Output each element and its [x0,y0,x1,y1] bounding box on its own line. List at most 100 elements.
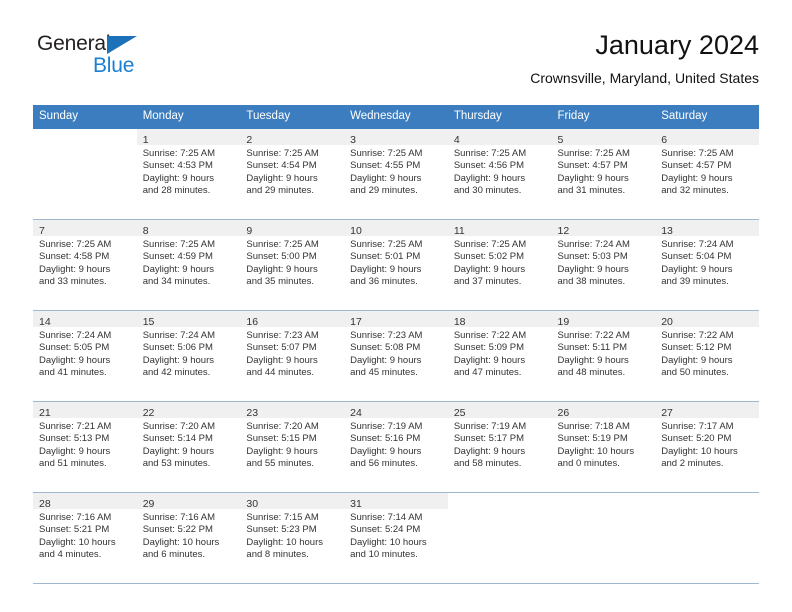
calendar-header-row: Sunday Monday Tuesday Wednesday Thursday… [33,105,759,129]
day-number: 23 [246,407,259,419]
sunset-text: Sunset: 5:23 PM [246,524,317,536]
calendar-day-cell[interactable]: 26 Sunrise: 7:18 AM Sunset: 5:19 PM Dayligh… [551,401,656,493]
day-number-band: 1 [136,129,241,146]
day-details: Sunrise: 7:20 AM Sunset: 5:15 PM Daylight:… [240,418,344,471]
day-number-band: 4 [447,129,552,146]
day-number: 17 [350,316,362,328]
day-details: Sunrise: 7:25 AM Sunset: 4:57 PM Daylight:… [655,145,759,198]
daylight-text-line1: Daylight: 9 hours [661,172,733,184]
calendar-day-cell[interactable]: 25 Sunrise: 7:19 AM Sunset: 5:17 PM Dayligh… [447,401,552,493]
day-details: Sunrise: 7:25 AM Sunset: 4:55 PM Daylight:… [344,145,448,198]
daylight-text-line1: Daylight: 9 hours [350,354,422,366]
day-details: Sunrise: 7:25 AM Sunset: 4:56 PM Daylight:… [448,145,552,198]
calendar-day-cell[interactable]: 4 Sunrise: 7:25 AM Sunset: 4:56 PM Daylight… [447,129,552,220]
day-details: Sunrise: 7:24 AM Sunset: 5:05 PM Daylight:… [33,327,137,380]
calendar-day-cell[interactable]: 11 Sunrise: 7:25 AM Sunset: 5:02 PM Dayligh… [447,219,552,311]
daylight-text-line1: Daylight: 10 hours [142,536,220,548]
sunrise-text: Sunrise: 7:18 AM [557,421,630,432]
daylight-text-line1: Daylight: 9 hours [350,263,422,275]
day-cell-inner: 2 Sunrise: 7:25 AM Sunset: 4:54 PM Daylight… [240,129,345,219]
weekday-header-sunday: Sunday [33,105,137,129]
page-subtitle: Crownsville, Maryland, United States [530,70,759,86]
day-number-band: 6 [655,129,759,146]
sunset-text: Sunset: 5:17 PM [453,433,525,445]
calendar-day-cell[interactable]: 7 Sunrise: 7:25 AM Sunset: 4:58 PM Daylight… [33,219,137,311]
sunset-text: Sunset: 5:05 PM [39,342,110,354]
calendar-day-cell[interactable]: 21 Sunrise: 7:21 AM Sunset: 5:13 PM Dayligh… [33,401,137,493]
day-number: 14 [39,316,51,328]
calendar-day-cell[interactable]: 9 Sunrise: 7:25 AM Sunset: 5:00 PM Daylight… [240,219,345,311]
daylight-text-line1: Daylight: 9 hours [246,263,318,275]
day-cell-inner: 5 Sunrise: 7:25 AM Sunset: 4:57 PM Daylight… [551,129,656,219]
sunrise-text: Sunrise: 7:24 AM [557,239,630,250]
sunset-text: Sunset: 5:01 PM [350,251,421,263]
day-cell-inner: 30 Sunrise: 7:15 AM Sunset: 5:23 PM Dayligh… [240,493,345,583]
day-number-band: 17 [344,311,448,328]
sunrise-text: Sunrise: 7:25 AM [453,239,527,250]
calendar-day-cell[interactable]: 6 Sunrise: 7:25 AM Sunset: 4:57 PM Daylight… [655,129,759,220]
day-number: 27 [661,407,673,419]
sunset-text: Sunset: 4:57 PM [661,160,732,172]
calendar-day-cell[interactable]: 17 Sunrise: 7:23 AM Sunset: 5:08 PM Dayligh… [344,310,448,402]
calendar-day-cell[interactable]: 28 Sunrise: 7:16 AM Sunset: 5:21 PM Dayligh… [33,492,137,584]
calendar-day-cell[interactable]: 27 Sunrise: 7:17 AM Sunset: 5:20 PM Dayligh… [655,401,759,493]
calendar-day-cell[interactable]: 2 Sunrise: 7:25 AM Sunset: 4:54 PM Daylight… [240,129,345,220]
sunset-text: Sunset: 5:19 PM [557,433,628,445]
calendar-day-cell[interactable]: 5 Sunrise: 7:25 AM Sunset: 4:57 PM Daylight… [551,129,656,220]
calendar-day-cell[interactable]: 23 Sunrise: 7:20 AM Sunset: 5:15 PM Dayligh… [240,401,345,493]
day-details: Sunrise: 7:24 AM Sunset: 5:03 PM Daylight:… [552,236,656,289]
calendar-day-cell[interactable]: 20 Sunrise: 7:22 AM Sunset: 5:12 PM Dayligh… [655,310,759,402]
day-details: Sunrise: 7:15 AM Sunset: 5:23 PM Daylight:… [240,509,344,562]
calendar-day-cell[interactable]: 1 Sunrise: 7:25 AM Sunset: 4:53 PM Daylight… [136,129,241,220]
calendar-day-cell[interactable]: 19 Sunrise: 7:22 AM Sunset: 5:11 PM Dayligh… [551,310,656,402]
day-number: 19 [557,316,570,328]
calendar-day-cell-empty [33,129,137,220]
daylight-text-line2: and 44 minutes. [246,367,315,379]
weekday-header-thursday: Thursday [447,105,552,129]
day-details: Sunrise: 7:19 AM Sunset: 5:16 PM Daylight:… [344,418,448,471]
day-number: 26 [557,407,570,419]
calendar-day-cell[interactable]: 13 Sunrise: 7:24 AM Sunset: 5:04 PM Dayligh… [655,219,759,311]
calendar-day-cell[interactable]: 31 Sunrise: 7:14 AM Sunset: 5:24 PM Dayligh… [344,492,448,584]
calendar-day-cell[interactable]: 3 Sunrise: 7:25 AM Sunset: 4:55 PM Daylight… [344,129,448,220]
sunset-text: Sunset: 5:08 PM [350,342,421,354]
day-number-band: 10 [344,220,448,237]
day-details: Sunrise: 7:25 AM Sunset: 4:59 PM Daylight:… [137,236,241,289]
day-cell-inner [552,493,656,583]
daylight-text-line2: and 58 minutes. [453,458,522,470]
calendar-day-cell[interactable]: 10 Sunrise: 7:25 AM Sunset: 5:01 PM Dayligh… [344,219,448,311]
day-details: Sunrise: 7:19 AM Sunset: 5:17 PM Daylight:… [448,418,552,471]
daylight-text-line2: and 28 minutes. [142,185,211,197]
calendar-day-cell[interactable]: 8 Sunrise: 7:25 AM Sunset: 4:59 PM Daylight… [136,219,241,311]
calendar-day-cell[interactable]: 14 Sunrise: 7:24 AM Sunset: 5:05 PM Dayligh… [33,310,137,402]
day-number-band: 24 [344,402,448,419]
sunrise-text: Sunrise: 7:21 AM [39,421,112,432]
day-number-band: 19 [551,311,656,328]
calendar-day-cell[interactable]: 12 Sunrise: 7:24 AM Sunset: 5:03 PM Dayligh… [551,219,656,311]
page-header: General Blue January 2024 Crownsville, M… [33,28,759,98]
day-number-band [33,129,137,145]
calendar-day-cell[interactable]: 16 Sunrise: 7:23 AM Sunset: 5:07 PM Dayligh… [240,310,345,402]
day-number: 9 [246,225,253,237]
day-number: 25 [453,407,466,419]
day-number-band [448,493,552,509]
calendar-day-cell[interactable]: 15 Sunrise: 7:24 AM Sunset: 5:06 PM Dayligh… [136,310,241,402]
day-details [552,509,656,512]
day-cell-inner: 31 Sunrise: 7:14 AM Sunset: 5:24 PM Dayligh… [344,493,448,583]
daylight-text-line2: and 2 minutes. [661,458,724,470]
calendar-day-cell[interactable]: 18 Sunrise: 7:22 AM Sunset: 5:09 PM Dayligh… [447,310,552,402]
calendar-day-cell[interactable]: 22 Sunrise: 7:20 AM Sunset: 5:14 PM Dayligh… [136,401,241,493]
sunrise-text: Sunrise: 7:20 AM [142,421,216,432]
daylight-text-line2: and 6 minutes. [142,549,206,561]
calendar-day-cell[interactable]: 29 Sunrise: 7:16 AM Sunset: 5:22 PM Dayligh… [136,492,241,584]
sunrise-text: Sunrise: 7:24 AM [142,330,216,341]
sunrise-text: Sunrise: 7:17 AM [661,421,734,432]
daylight-text-line1: Daylight: 9 hours [39,263,111,275]
day-cell-inner: 3 Sunrise: 7:25 AM Sunset: 4:55 PM Daylight… [344,129,448,219]
calendar-day-cell[interactable]: 30 Sunrise: 7:15 AM Sunset: 5:23 PM Dayligh… [240,492,345,584]
calendar-week-row: 14 Sunrise: 7:24 AM Sunset: 5:05 PM Dayligh… [33,310,759,402]
calendar-day-cell[interactable]: 24 Sunrise: 7:19 AM Sunset: 5:16 PM Dayligh… [344,401,448,493]
daylight-text-line1: Daylight: 9 hours [350,172,422,184]
daylight-text-line1: Daylight: 9 hours [246,172,318,184]
sunrise-text: Sunrise: 7:20 AM [246,421,319,432]
